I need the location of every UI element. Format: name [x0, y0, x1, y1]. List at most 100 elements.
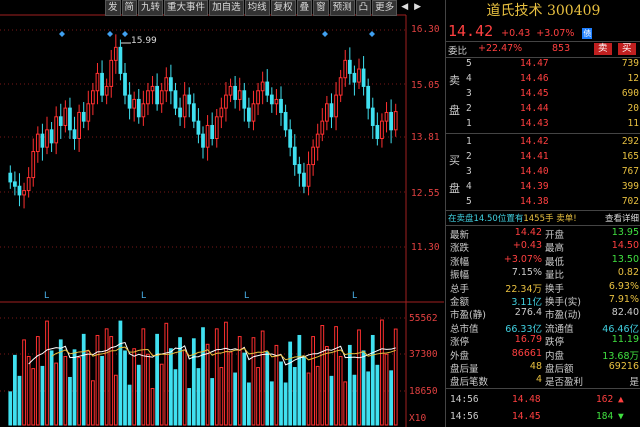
candle-body [45, 129, 49, 148]
toolbar-button[interactable]: 更多 [372, 0, 398, 16]
stock-title: 道氏技术 300409 [486, 3, 601, 19]
chart-toolbar: 发简九转 重大事件 加自选 均线 复权叠窗预测凸更多 ◀ ▶ [105, 0, 424, 16]
volume-bar [173, 369, 178, 426]
candle-body [315, 133, 320, 148]
large-order-notice[interactable]: 在卖盘14.50位置有1455手 卖单! 查看详细 [448, 212, 640, 224]
volume-bar [155, 333, 159, 426]
candle-body [77, 111, 81, 139]
toolbar-button[interactable]: 凸 [355, 0, 372, 16]
stat-label: 是否盈利 [545, 377, 584, 389]
toolbar-prev-icon[interactable]: ◀ [398, 0, 411, 15]
stat-value: 7.91% [608, 294, 639, 305]
stats-row: 涨跌 +0.43 最高 14.50 [446, 240, 640, 254]
candle-body [334, 94, 338, 118]
candle-body [49, 129, 54, 144]
order-row[interactable]: 4 14.39 399 [446, 180, 640, 195]
candle-body [228, 85, 233, 96]
stat-label: 总市值 [450, 323, 479, 335]
toolbar-button[interactable]: 加自选 [209, 0, 244, 16]
divider [446, 388, 640, 389]
candle-body [297, 164, 302, 174]
candle-body [100, 72, 104, 96]
candle-body [251, 103, 256, 122]
volume-bar [187, 388, 192, 426]
buy-button[interactable]: 买 [618, 43, 636, 55]
order-row[interactable]: 1 14.43 11 [446, 117, 640, 132]
event-marker-icon [122, 31, 128, 37]
order-row[interactable]: 5 14.38 702 [446, 195, 640, 210]
volume-bar [54, 362, 59, 426]
toolbar-button[interactable]: 均线 [244, 0, 270, 16]
notice-text: 在卖盘14.50位置有 [448, 214, 524, 224]
order-level: 5 [466, 196, 472, 207]
ma-marker: L [141, 291, 147, 301]
candle-body [86, 103, 91, 122]
volume-unit-label: X10 [409, 413, 427, 424]
toolbar-button[interactable]: 发 [105, 0, 121, 16]
stat-label: 盘后量 [450, 364, 479, 375]
bond-badge[interactable]: 债 [582, 28, 593, 39]
order-level: 4 [466, 181, 472, 192]
candle-body [123, 72, 127, 96]
stat-label: 金额 [450, 297, 470, 308]
candle-body [127, 94, 132, 109]
order-price: 14.40 [520, 166, 549, 177]
toolbar-button[interactable]: 窗 [313, 0, 329, 16]
toolbar-button[interactable]: 复权 [270, 0, 296, 16]
order-row[interactable]: 3 14.45 690 [446, 87, 640, 102]
volume-bar [100, 355, 104, 426]
volume-bar [338, 355, 343, 426]
stat-value: 66.33亿 [505, 323, 542, 335]
toolbar-button[interactable]: 预测 [329, 0, 355, 16]
candle-body [274, 98, 279, 105]
price-axis-label: 13.81 [411, 132, 440, 143]
candle-body [136, 98, 141, 118]
volume-bar [49, 350, 54, 426]
volume-axis-label: 37300 [409, 349, 438, 360]
order-row[interactable]: 3 14.40 767 [446, 165, 640, 180]
candle-body [352, 72, 357, 83]
candle-body [141, 103, 146, 118]
toolbar-button[interactable]: 重大事件 [164, 0, 209, 16]
volume-bar [393, 328, 398, 426]
volume-bar [306, 372, 311, 426]
order-row[interactable]: 1 14.42 292 [446, 135, 640, 150]
toolbar-button[interactable]: 九转 [138, 0, 164, 16]
order-row[interactable]: 4 14.46 12 [446, 72, 640, 87]
toolbar-button[interactable]: 叠 [296, 0, 313, 16]
arrow-up-icon: ▲ [618, 394, 624, 405]
toolbar-button[interactable]: 简 [121, 0, 138, 16]
candle-body [187, 94, 192, 105]
stat-label: 换手 [545, 283, 565, 295]
candle-body [343, 59, 348, 79]
tick-volume: 162 [596, 394, 614, 405]
candle-body [118, 46, 123, 74]
candle-body [347, 59, 352, 74]
order-volume: 767 [621, 166, 639, 177]
stat-label: 最新 [450, 230, 470, 241]
volume-bar [274, 344, 279, 426]
candle-body [224, 94, 228, 109]
candle-body [201, 133, 205, 148]
stat-value: 11.19 [611, 334, 639, 346]
order-row[interactable]: 2 14.44 20 [446, 102, 640, 117]
order-row[interactable]: 5 14.47 739 [446, 57, 640, 72]
volume-bar [260, 330, 265, 426]
stat-value: 276.4 [514, 307, 542, 319]
toolbar-next-icon[interactable]: ▶ [411, 0, 424, 15]
view-detail-link[interactable]: 查看详细 [605, 212, 639, 224]
volume-bar [17, 375, 22, 426]
volume-bar [375, 364, 380, 426]
tick-row: 14:56 14.45 184 ▼ [446, 409, 640, 426]
sell-button[interactable]: 卖 [594, 43, 612, 55]
candle-body [219, 107, 224, 118]
volume-bar [68, 376, 72, 426]
kline-chart-area[interactable]: 发简九转 重大事件 加自选 均线 复权叠窗预测凸更多 ◀ ▶ 16.30 15.05 13.… [0, 0, 444, 427]
order-row[interactable]: 2 14.41 165 [446, 150, 640, 165]
candle-body [146, 90, 150, 105]
candle-body [214, 116, 219, 140]
kline-chart-svg[interactable] [0, 0, 444, 427]
volume-bar [63, 355, 68, 426]
volume-bar [251, 337, 256, 426]
volume-bar [159, 363, 164, 426]
